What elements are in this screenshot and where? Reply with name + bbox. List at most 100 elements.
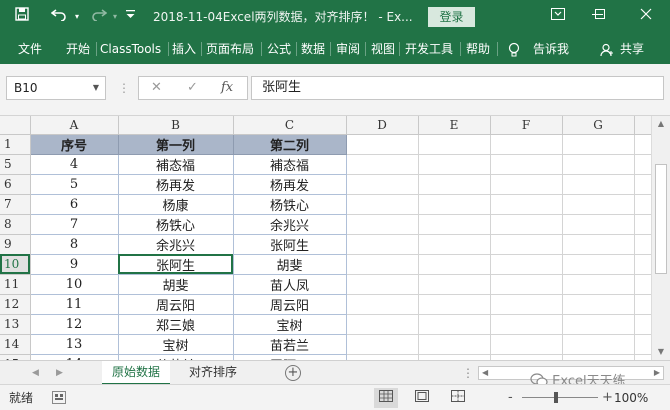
column-header-e[interactable]: E <box>418 116 491 135</box>
cell[interactable] <box>346 274 419 295</box>
cell-c6[interactable]: 杨再发 <box>233 174 347 195</box>
tab-page-layout[interactable]: 页面布局 <box>206 34 254 64</box>
cell-a9[interactable]: 8 <box>30 234 119 255</box>
cell-b8[interactable]: 杨铁心 <box>118 214 234 235</box>
cell[interactable] <box>346 154 419 175</box>
cell-c8[interactable]: 余兆兴 <box>233 214 347 235</box>
select-all-corner[interactable] <box>0 116 31 135</box>
cell[interactable] <box>562 194 635 215</box>
page-break-view-icon[interactable] <box>446 388 470 408</box>
cell[interactable] <box>490 194 563 215</box>
tab-help[interactable]: 帮助 <box>466 34 490 64</box>
sheet-next-icon[interactable]: ▶ <box>56 361 63 385</box>
chevron-down-icon[interactable]: ▼ <box>93 77 99 99</box>
zoom-in-button[interactable]: + <box>602 385 613 410</box>
cell-b5[interactable]: 補态福 <box>118 154 234 175</box>
cancel-icon[interactable]: ✕ <box>151 77 162 99</box>
cell[interactable] <box>346 234 419 255</box>
row-header[interactable]: 5 <box>0 154 31 175</box>
cell[interactable] <box>562 214 635 235</box>
undo-icon[interactable] <box>48 0 70 34</box>
row-header[interactable]: 1 <box>0 134 31 155</box>
cell[interactable] <box>562 254 635 275</box>
cell-c14[interactable]: 苗若兰 <box>233 334 347 355</box>
tab-file[interactable]: 文件 <box>18 34 42 64</box>
cell-b6[interactable]: 杨再发 <box>118 174 234 195</box>
share-button[interactable]: 共享 <box>620 34 644 64</box>
cell[interactable] <box>490 174 563 195</box>
column-header-b[interactable]: B <box>118 116 234 135</box>
sheet-prev-icon[interactable]: ◀ <box>32 361 39 385</box>
cell[interactable] <box>418 174 491 195</box>
row-header[interactable]: 6 <box>0 174 31 195</box>
header-cell-index[interactable]: 序号 <box>30 134 119 155</box>
redo-dropdown-icon[interactable]: ▾ <box>110 0 120 34</box>
cell[interactable] <box>490 134 563 155</box>
cell[interactable] <box>562 314 635 335</box>
cell[interactable] <box>418 314 491 335</box>
cell-c11[interactable]: 苗人凤 <box>233 274 347 295</box>
header-cell-second[interactable]: 第二列 <box>233 134 347 155</box>
cell-b11[interactable]: 胡斐 <box>118 274 234 295</box>
row-header[interactable]: 9 <box>0 234 31 255</box>
restore-icon[interactable] <box>580 0 620 34</box>
row-header[interactable]: 11 <box>0 274 31 295</box>
cell[interactable] <box>346 194 419 215</box>
redo-icon[interactable] <box>88 0 110 34</box>
row-header[interactable]: 10 <box>0 254 31 275</box>
cell[interactable] <box>562 134 635 155</box>
vertical-scrollbar[interactable]: ▲ ▼ <box>651 116 670 360</box>
row-header[interactable]: 13 <box>0 314 31 335</box>
undo-dropdown-icon[interactable]: ▾ <box>72 0 82 34</box>
more-icon[interactable]: ⋮ <box>118 76 130 100</box>
cell[interactable] <box>346 294 419 315</box>
tab-data[interactable]: 数据 <box>301 34 325 64</box>
page-layout-view-icon[interactable] <box>410 388 434 408</box>
enter-icon[interactable]: ✓ <box>187 77 198 99</box>
row-header[interactable]: 12 <box>0 294 31 315</box>
cell[interactable] <box>490 214 563 235</box>
cell[interactable] <box>490 314 563 335</box>
cell[interactable] <box>346 254 419 275</box>
cell-a7[interactable]: 6 <box>30 194 119 215</box>
cell[interactable] <box>346 314 419 335</box>
tab-home[interactable]: 开始 <box>66 34 90 64</box>
cell-c5[interactable]: 補态福 <box>233 154 347 175</box>
zoom-slider-knob[interactable] <box>554 392 559 403</box>
cell[interactable] <box>418 234 491 255</box>
column-header-f[interactable]: F <box>490 116 563 135</box>
column-header-a[interactable]: A <box>30 116 119 135</box>
cell[interactable] <box>418 334 491 355</box>
cell-c12[interactable]: 周云阳 <box>233 294 347 315</box>
customize-qat-icon[interactable] <box>124 0 136 34</box>
cell-b7[interactable]: 杨康 <box>118 194 234 215</box>
scroll-thumb[interactable] <box>655 164 667 274</box>
add-sheet-icon[interactable]: + <box>285 365 301 381</box>
cell-b13[interactable]: 郑三娘 <box>118 314 234 335</box>
cell[interactable] <box>346 214 419 235</box>
cell[interactable] <box>418 274 491 295</box>
cell[interactable] <box>562 154 635 175</box>
cell[interactable] <box>418 294 491 315</box>
scroll-right-icon[interactable]: ▶ <box>654 367 660 379</box>
cell[interactable] <box>490 274 563 295</box>
column-header-g[interactable]: G <box>562 116 635 135</box>
cell[interactable] <box>562 234 635 255</box>
header-cell-first[interactable]: 第一列 <box>118 134 234 155</box>
tab-formulas[interactable]: 公式 <box>267 34 291 64</box>
cell[interactable] <box>418 134 491 155</box>
name-box[interactable]: B10 ▼ <box>6 76 106 100</box>
cell[interactable] <box>418 194 491 215</box>
cell[interactable] <box>562 174 635 195</box>
tab-classtools[interactable]: ClassTools <box>100 34 161 64</box>
insert-function-icon[interactable]: fx <box>221 77 233 99</box>
cell-a10[interactable]: 9 <box>30 254 119 275</box>
row-header[interactable]: 8 <box>0 214 31 235</box>
zoom-level[interactable]: 100% <box>614 385 648 410</box>
cell[interactable] <box>562 334 635 355</box>
tab-review[interactable]: 审阅 <box>336 34 360 64</box>
close-icon[interactable] <box>624 0 668 34</box>
cell-c13[interactable]: 宝树 <box>233 314 347 335</box>
cell[interactable] <box>490 334 563 355</box>
lightbulb-icon[interactable] <box>508 34 520 64</box>
